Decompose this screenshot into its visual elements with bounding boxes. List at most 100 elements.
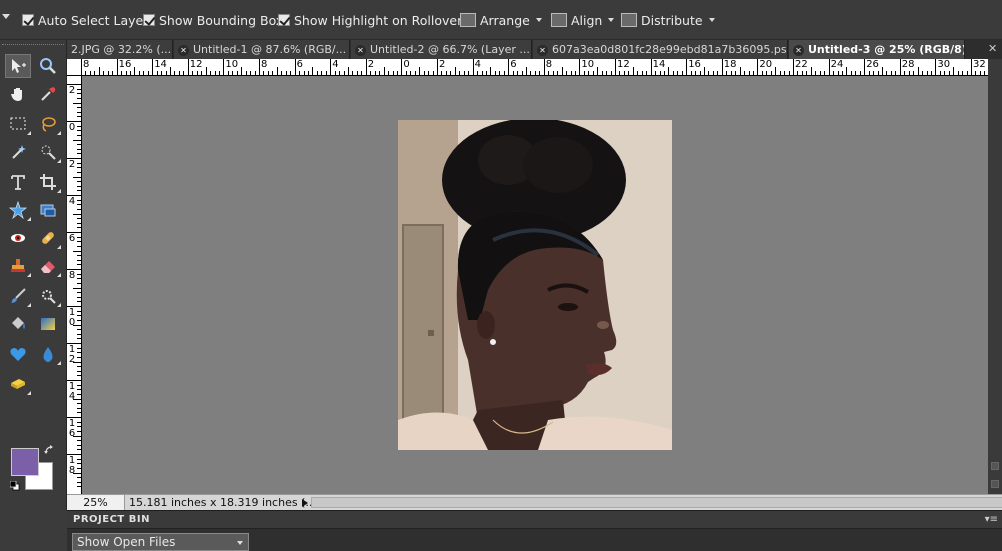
ruler-minor-tick: [975, 71, 977, 75]
scroll-up-arrow[interactable]: [991, 462, 999, 470]
magic-wand-tool-button[interactable]: [5, 140, 31, 164]
distribute-menu-button[interactable]: Distribute: [621, 11, 715, 29]
project-bin-header[interactable]: PROJECT BIN ▾≡: [67, 511, 1002, 529]
ruler-minor-tick: [129, 71, 131, 75]
tab-label: 607a3ea0d801fc28e99ebd81a7b36095.psd: [552, 43, 788, 56]
close-icon[interactable]: ✕: [178, 44, 189, 56]
show-bounding-box-checkbox[interactable]: [143, 14, 155, 26]
magic-wand-icon: [12, 145, 26, 159]
ruler-minor-tick: [77, 444, 81, 446]
tool-preset-dropdown[interactable]: [2, 14, 10, 19]
document-size-info: 15.181 inches x 18.319 inches (...: [129, 496, 316, 509]
ruler-minor-tick: [77, 370, 81, 372]
type-icon: [11, 175, 25, 190]
tab-label: 2.JPG @ 32.2% (...: [71, 43, 172, 56]
arrange-menu-button[interactable]: Arrange: [460, 11, 542, 29]
ruler-minor-tick: [428, 71, 430, 75]
tab-psd[interactable]: ✕ 607a3ea0d801fc28e99ebd81a7b36095.psd: [533, 40, 788, 59]
ruler-minor-tick: [445, 71, 447, 75]
ruler-label: 14: [652, 59, 666, 70]
crop-tool-button[interactable]: [35, 170, 61, 194]
ruler-minor-tick: [690, 71, 692, 75]
toolbox-grip[interactable]: [2, 44, 64, 47]
ruler-minor-tick: [837, 71, 839, 75]
lasso-tool-button[interactable]: [35, 112, 61, 136]
status-menu-arrow-icon[interactable]: [302, 499, 308, 507]
close-panel-icon[interactable]: ✕: [988, 43, 998, 55]
auto-select-layer-checkbox[interactable]: [22, 14, 34, 26]
tab-untitled-2[interactable]: ✕ Untitled-2 @ 66.7% (Layer ...: [351, 40, 532, 59]
panel-menu-icon[interactable]: ▾≡: [985, 514, 998, 525]
show-highlight-option[interactable]: Show Highlight on Rollover: [278, 11, 462, 29]
ruler-minor-tick: [77, 190, 81, 192]
ruler-minor-tick: [441, 71, 443, 75]
eraser-tool-button[interactable]: [35, 254, 61, 278]
ruler-tick: [935, 59, 937, 75]
type-tool-button[interactable]: [5, 170, 31, 194]
ruler-minor-tick: [619, 71, 621, 75]
move-tool-button[interactable]: [5, 54, 31, 78]
marquee-tool-button[interactable]: [5, 112, 31, 136]
ruler-minor-tick: [77, 384, 81, 386]
smart-brush-tool-button[interactable]: [35, 284, 61, 308]
show-bounding-box-option[interactable]: Show Bounding Box: [143, 11, 283, 29]
ruler-label: 30: [937, 59, 951, 70]
ruler-minor-tick: [583, 71, 585, 75]
ruler-minor-tick: [227, 71, 229, 75]
show-highlight-checkbox[interactable]: [278, 14, 290, 26]
paint-bucket-tool-button[interactable]: [5, 312, 31, 336]
ruler-minor-tick: [775, 67, 777, 75]
healing-brush-tool-button[interactable]: [35, 226, 61, 250]
sponge-tool-button[interactable]: [5, 372, 31, 396]
tab-untitled-3[interactable]: ✕ Untitled-3 @ 25% (RGB/8) *: [789, 40, 965, 59]
ruler-minor-tick: [801, 71, 803, 75]
ruler-minor-tick: [655, 71, 657, 75]
show-files-dropdown[interactable]: Show Open Files: [72, 533, 249, 551]
ruler-label: 6: [68, 233, 76, 244]
zoom-tool-button[interactable]: [35, 54, 61, 78]
default-colors-icon[interactable]: [10, 481, 20, 491]
vertical-ruler[interactable]: 2024681 01 21 41 61 8: [67, 76, 82, 494]
ruler-label: 12: [189, 59, 203, 70]
close-icon[interactable]: ✕: [537, 44, 548, 56]
ruler-minor-tick: [574, 71, 576, 75]
hand-tool-button[interactable]: [5, 82, 31, 106]
tab-2-jpg[interactable]: 2.JPG @ 32.2% (...: [67, 40, 173, 59]
eyedropper-tool-button[interactable]: [35, 82, 61, 106]
foreground-color-swatch[interactable]: [11, 448, 39, 476]
ruler-tick: [116, 59, 118, 75]
arrange-label: Arrange: [480, 12, 530, 28]
horizontal-ruler[interactable]: 8 16 14 12 10 8 6 4 2 0 2 4 6 8 10 12 14 16 18 20 22 24 26 28 30…: [67, 59, 988, 76]
custom-shape-tool-button[interactable]: [5, 342, 31, 366]
brush-tool-button[interactable]: [5, 284, 31, 308]
scroll-down-arrow[interactable]: [991, 480, 999, 488]
ruler-minor-tick: [699, 71, 701, 75]
auto-select-layer-option[interactable]: Auto Select Layer: [22, 11, 148, 29]
blur-tool-button[interactable]: [35, 342, 61, 366]
close-icon[interactable]: ✕: [355, 44, 366, 56]
ruler-minor-tick: [250, 71, 252, 75]
gradient-tool-button[interactable]: [35, 312, 61, 336]
ruler-minor-tick: [414, 71, 416, 75]
shape-tool-button[interactable]: [5, 198, 31, 222]
tab-untitled-1[interactable]: ✕ Untitled-1 @ 87.6% (RGB/...: [174, 40, 350, 59]
ruler-label: 0: [403, 59, 410, 70]
ruler-tick: [971, 59, 972, 75]
recompose-tool-button[interactable]: [35, 198, 61, 222]
ruler-minor-tick: [77, 111, 81, 113]
show-bounding-box-label: Show Bounding Box: [159, 12, 284, 28]
clone-stamp-tool-button[interactable]: [5, 254, 31, 278]
align-menu-button[interactable]: Align: [551, 11, 615, 29]
quick-selection-tool-button[interactable]: [35, 140, 61, 164]
ruler-minor-tick: [77, 144, 81, 146]
ruler-minor-tick: [383, 67, 385, 75]
vertical-scrollbar[interactable]: [988, 59, 1002, 494]
close-icon[interactable]: ✕: [793, 44, 804, 56]
document-image[interactable]: [398, 120, 672, 450]
red-eye-tool-button[interactable]: [5, 226, 31, 250]
heart-icon: [10, 348, 26, 361]
swap-colors-icon[interactable]: [44, 445, 54, 455]
horizontal-scrollbar[interactable]: [311, 497, 1002, 508]
zoom-level-field[interactable]: 25%: [67, 495, 125, 510]
ruler-minor-tick: [748, 71, 750, 75]
